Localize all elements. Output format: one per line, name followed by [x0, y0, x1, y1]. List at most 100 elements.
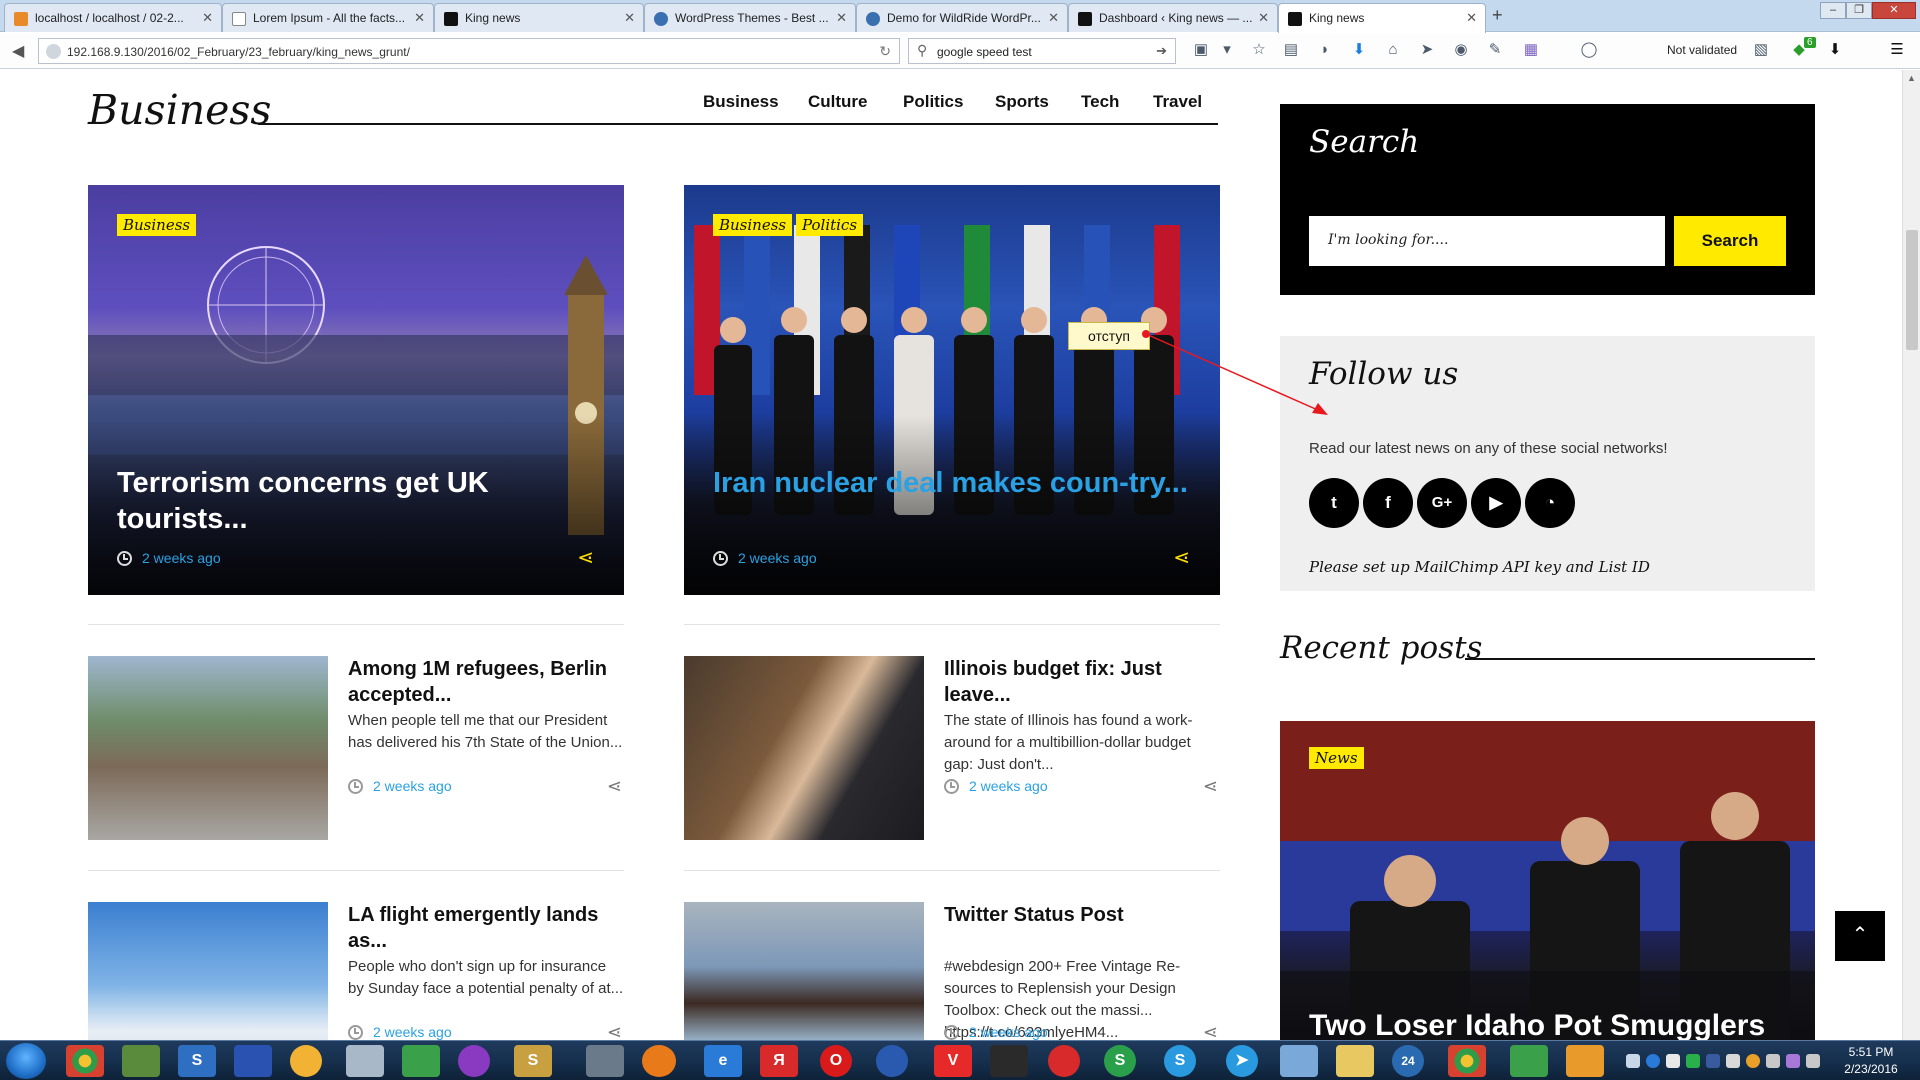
featured-post-title[interactable]: Terrorism concerns get UK tourists...	[117, 465, 597, 537]
close-tab-icon[interactable]: ✕	[1048, 10, 1059, 26]
vivaldi-icon[interactable]: V	[934, 1045, 972, 1077]
tab-wildride-demo[interactable]: Demo for WildRide WordPr... ✕	[856, 3, 1068, 32]
warning-app-icon[interactable]	[290, 1045, 322, 1077]
tab-dashboard[interactable]: Dashboard ‹ King news — ... ✕	[1068, 3, 1278, 32]
youtube-icon[interactable]: ▶	[1471, 478, 1521, 528]
home-icon[interactable]: ⌂	[1384, 41, 1402, 59]
chrome-icon[interactable]	[1448, 1045, 1486, 1077]
nav-tech[interactable]: Tech	[1081, 92, 1119, 112]
post-title[interactable]: Among 1M refugees, Berlin accepted...	[348, 656, 624, 708]
internet-explorer-icon[interactable]: e	[704, 1045, 742, 1077]
post-card-3[interactable]: LA flight emergently lands as... People …	[88, 902, 624, 1040]
twitter-icon[interactable]: t	[1309, 478, 1359, 528]
downloads-menu-icon[interactable]: ⬇	[1826, 41, 1844, 59]
site-identity-icon[interactable]	[46, 44, 61, 59]
maximize-icon[interactable]: ❐	[1846, 2, 1872, 19]
google-plus-icon[interactable]: G+	[1417, 478, 1467, 528]
clock-app-icon[interactable]: 24	[1392, 1045, 1424, 1077]
close-window-icon[interactable]: ✕	[1872, 2, 1916, 19]
close-tab-icon[interactable]: ✕	[624, 10, 635, 26]
rss-icon[interactable]: ◔	[1525, 478, 1575, 528]
pocket-icon[interactable]: ◗	[1316, 41, 1334, 59]
post-card-1[interactable]: Among 1M refugees, Berlin accepted... Wh…	[88, 656, 624, 840]
post-title[interactable]: Twitter Status Post	[944, 902, 1220, 928]
airplane-thumbnail[interactable]	[88, 902, 328, 1040]
search-input[interactable]: I'm looking for....	[1309, 216, 1665, 266]
chrome-icon[interactable]	[66, 1045, 104, 1077]
tab-wordpress-themes[interactable]: WordPress Themes - Best ... ✕	[644, 3, 856, 32]
yandex-icon[interactable]: Я	[760, 1045, 798, 1077]
thunderbird-icon[interactable]	[876, 1045, 908, 1077]
back-arrow-icon[interactable]: ◀	[12, 41, 24, 61]
media-app-icon[interactable]	[458, 1045, 490, 1077]
hangouts-icon[interactable]	[1510, 1045, 1548, 1077]
share-icon[interactable]: ⋖	[1203, 1022, 1218, 1040]
nav-travel[interactable]: Travel	[1153, 92, 1202, 112]
nav-sports[interactable]: Sports	[995, 92, 1049, 112]
scrollbar-thumb[interactable]	[1906, 230, 1918, 350]
share-icon[interactable]: ⋖	[1203, 776, 1218, 797]
reload-icon[interactable]: ↻	[879, 43, 891, 60]
close-tab-icon[interactable]: ✕	[202, 10, 213, 26]
share-icon[interactable]: ⋖	[607, 776, 622, 797]
phone-app-icon[interactable]	[402, 1045, 440, 1077]
screenshot-icon[interactable]: ▣	[1192, 41, 1210, 59]
category-badge[interactable]: Business	[117, 214, 197, 236]
floppy-icon[interactable]	[234, 1045, 272, 1077]
s-app-icon[interactable]: S	[178, 1045, 216, 1077]
share-icon[interactable]: ⋖	[1173, 545, 1190, 570]
post-card-4[interactable]: Twitter Status Post #webdesign 200+ Free…	[684, 902, 1220, 1040]
apps-grid-icon[interactable]: ▦	[1522, 41, 1540, 59]
category-badge[interactable]: News	[1309, 747, 1364, 769]
category-badge[interactable]: Politics	[796, 214, 864, 236]
tab-localhost[interactable]: localhost / localhost / 02-2... ✕	[4, 3, 222, 32]
nav-politics[interactable]: Politics	[903, 92, 963, 112]
url-bar[interactable]: 192.168.9.130/2016/02_February/23_februa…	[38, 38, 900, 64]
football-thumbnail[interactable]	[684, 902, 924, 1040]
post-card-2[interactable]: Illinois budget fix: Just leave... The s…	[684, 656, 1220, 840]
language-flag-icon[interactable]	[1726, 1054, 1740, 1068]
browser-search-box[interactable]: ⚲ google speed test ➔	[908, 38, 1176, 64]
recent-post-title[interactable]: Two Loser Idaho Pot Smugglers	[1309, 1009, 1765, 1040]
chat-icon[interactable]: ◉	[1452, 41, 1470, 59]
taskbar-time[interactable]: 5:51 PM	[1836, 1045, 1906, 1059]
reading-list-icon[interactable]: ▤	[1282, 41, 1300, 59]
notes-app-icon[interactable]	[1280, 1045, 1318, 1077]
hamburger-menu-icon[interactable]: ☰	[1888, 41, 1906, 59]
start-button[interactable]	[6, 1043, 46, 1079]
red-app-icon[interactable]	[1048, 1045, 1080, 1077]
featured-post-title[interactable]: Iran nuclear deal makes coun-try...	[713, 465, 1193, 501]
network-icon[interactable]	[1766, 1054, 1780, 1068]
calculator-icon[interactable]	[346, 1045, 384, 1077]
taskbar-date[interactable]: 2/23/2016	[1836, 1062, 1906, 1076]
search-go-arrow-icon[interactable]: ➔	[1156, 43, 1167, 59]
post-title[interactable]: Illinois budget fix: Just leave...	[944, 656, 1220, 708]
bookmark-star-icon[interactable]: ☆	[1250, 41, 1268, 59]
category-badge[interactable]: Business	[713, 214, 793, 236]
featured-post-1[interactable]: Business Terrorism concerns get UK touri…	[88, 185, 624, 595]
not-validated-label[interactable]: Not validated	[1667, 43, 1737, 57]
green-s-app-icon[interactable]: S	[1104, 1045, 1136, 1077]
page-scrollbar[interactable]: ▲	[1902, 70, 1920, 1040]
tab-king-news[interactable]: King news ✕	[434, 3, 644, 32]
note-icon[interactable]: ▧	[1752, 41, 1770, 59]
firefox-icon[interactable]	[642, 1045, 676, 1077]
minimize-icon[interactable]: ‒	[1820, 2, 1846, 19]
close-tab-icon[interactable]: ✕	[414, 10, 425, 26]
chart-app-icon[interactable]	[122, 1045, 160, 1077]
tray-app-icon[interactable]	[1686, 1054, 1700, 1068]
image-viewer-icon[interactable]	[1566, 1045, 1604, 1077]
recent-post[interactable]: News Two Loser Idaho Pot Smugglers	[1280, 721, 1815, 1040]
nav-culture[interactable]: Culture	[808, 92, 868, 112]
sublime-icon[interactable]: S	[514, 1045, 552, 1077]
share-icon[interactable]: ⋖	[577, 545, 594, 570]
telegram-icon[interactable]: ➤	[1226, 1045, 1258, 1077]
tray-app-icon[interactable]	[1666, 1054, 1680, 1068]
volume-icon[interactable]	[1806, 1054, 1820, 1068]
opera-icon[interactable]: O	[820, 1045, 852, 1077]
tray-chevron-icon[interactable]	[1626, 1054, 1640, 1068]
facebook-icon[interactable]: f	[1363, 478, 1413, 528]
tray-app-icon[interactable]	[1746, 1054, 1760, 1068]
download-icon[interactable]: ⬇	[1350, 41, 1368, 59]
glasses-icon[interactable]	[586, 1045, 624, 1077]
